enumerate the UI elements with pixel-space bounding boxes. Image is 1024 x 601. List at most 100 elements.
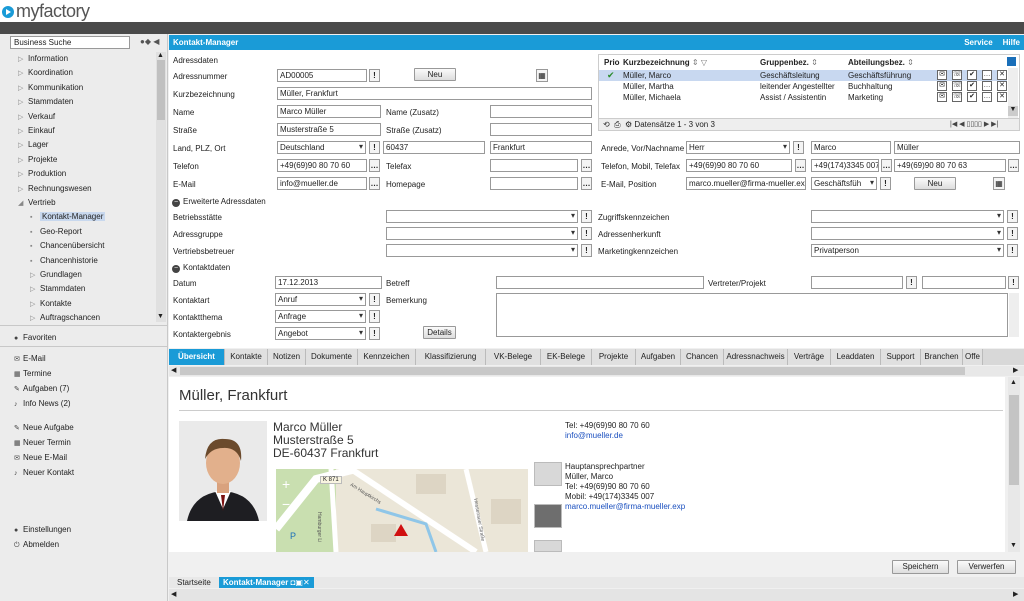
favoriten[interactable]: ● Favoriten	[14, 331, 56, 344]
tab-3[interactable]: Dokumente	[306, 349, 358, 365]
section-kontakt[interactable]: Kontaktdaten	[172, 263, 230, 273]
projekt-field[interactable]	[922, 276, 1006, 289]
zugriff-info[interactable]: !	[1007, 210, 1018, 223]
save-button[interactable]: Speichern	[892, 560, 949, 574]
vertreter-field[interactable]	[811, 276, 903, 289]
print-icon[interactable]: ⎙	[614, 120, 620, 129]
tab-6[interactable]: VK-Belege	[486, 349, 541, 365]
tab-8[interactable]: Projekte	[592, 349, 636, 365]
adressherkunft-info[interactable]: !	[1007, 227, 1018, 240]
betreff-field[interactable]	[496, 276, 704, 289]
telefax-field[interactable]	[490, 159, 578, 172]
check-icon[interactable]: ✔	[967, 92, 977, 102]
name-zusatz-field[interactable]	[490, 105, 592, 118]
land-select[interactable]: Deutschland	[277, 141, 366, 154]
kurzbez-field[interactable]: Müller, Frankfurt	[277, 87, 592, 100]
check-icon[interactable]: ✔	[967, 70, 977, 80]
sort-filter-icon[interactable]: ⇕ ▽	[692, 58, 707, 67]
tree-item-stammdaten[interactable]: ▷ Stammdaten	[18, 95, 158, 109]
tree-item-information[interactable]: ▷ Information	[18, 52, 158, 66]
bottom-scrollbar[interactable]	[169, 589, 1024, 601]
vertriebsbetreuer-info[interactable]: !	[581, 244, 592, 257]
ansprech-telefax-field[interactable]: +49(69)90 80 70 63	[894, 159, 1006, 172]
sidebar-item[interactable]: ✉ E-Mail	[14, 352, 46, 365]
betriebsstaette-select[interactable]	[386, 210, 578, 223]
scroll-left-icon[interactable]: ◀	[171, 590, 176, 598]
tree-subitem[interactable]: ▪ Geo-Report	[30, 225, 170, 239]
sidebar-item[interactable]: ♪ Neuer Kontakt	[14, 466, 74, 479]
tree-item-kommunikation[interactable]: ▷ Kommunikation	[18, 81, 158, 95]
adressnummer-info-button[interactable]: !	[369, 69, 380, 82]
tree-subitem[interactable]: ▷ Stammdaten	[30, 282, 170, 296]
bemerkung-textarea[interactable]	[496, 293, 1008, 337]
strasse-field[interactable]: Musterstraße 5	[277, 123, 381, 136]
ansprech-telefon-field[interactable]: +49(69)90 80 70 60	[686, 159, 792, 172]
person-thumbnail[interactable]	[534, 462, 562, 486]
homepage-field[interactable]	[490, 177, 578, 190]
tab-9[interactable]: Aufgaben	[636, 349, 681, 365]
delete-icon[interactable]: ✕	[997, 92, 1007, 102]
tab-15[interactable]: Branchen	[921, 349, 963, 365]
tab-0[interactable]: Übersicht	[169, 349, 225, 365]
tab-11[interactable]: Adressnachweis	[724, 349, 788, 365]
sidebar-item[interactable]: ▦ Neuer Termin	[14, 436, 71, 449]
more-icon[interactable]: …	[982, 92, 992, 102]
tree-item-vertrieb[interactable]: ◢ Vertrieb	[18, 196, 158, 210]
neu-button[interactable]: Neu	[414, 68, 456, 81]
tree-item-projekte[interactable]: ▷ Projekte	[18, 153, 158, 167]
adressnummer-field[interactable]: AD00005	[277, 69, 367, 82]
thumbnail[interactable]	[534, 540, 562, 552]
ansprech-telefax-more[interactable]: …	[1008, 159, 1019, 172]
datum-field[interactable]: 17.12.2013	[275, 276, 382, 289]
tab-10[interactable]: Chancen	[681, 349, 724, 365]
scroll-down-icon[interactable]: ▼	[1010, 542, 1017, 549]
mail-icon[interactable]: ✉	[937, 92, 947, 102]
sort-icon[interactable]: ⇕	[907, 58, 914, 67]
tab-7[interactable]: EK-Belege	[541, 349, 592, 365]
ansprech-telefon-more[interactable]: …	[795, 159, 806, 172]
scroll-right-icon[interactable]: ▶	[1013, 366, 1018, 374]
scroll-up-icon[interactable]: ▲	[157, 52, 164, 59]
kontaktthema-info[interactable]: !	[369, 310, 380, 323]
marketing-select[interactable]: Privatperson	[811, 244, 1004, 257]
tab-12[interactable]: Verträge	[788, 349, 831, 365]
phone-icon[interactable]: ☏	[952, 70, 962, 80]
sidebar-item[interactable]: ✉ Neue E-Mail	[14, 451, 67, 464]
email-field[interactable]: info@mueller.de	[277, 177, 367, 190]
tree-item-verkauf[interactable]: ▷ Verkauf	[18, 110, 158, 124]
tab-5[interactable]: Klassifizierung	[416, 349, 486, 365]
tab-14[interactable]: Support	[881, 349, 921, 365]
marketing-info[interactable]: !	[1007, 244, 1018, 257]
details-button[interactable]: Details	[423, 326, 456, 339]
tab-2[interactable]: Notizen	[268, 349, 306, 365]
anrede-info-button[interactable]: !	[793, 141, 804, 154]
horizontal-scrollbar-thumb[interactable]	[180, 367, 965, 375]
adressherkunft-select[interactable]	[811, 227, 1004, 240]
kontaktart-info[interactable]: !	[369, 293, 380, 306]
phone-icon[interactable]: ☏	[952, 92, 962, 102]
detail-scrollbar-thumb[interactable]	[1009, 395, 1019, 485]
zugriff-select[interactable]	[811, 210, 1004, 223]
sidebar-item[interactable]: ✎ Neue Aufgabe	[14, 421, 74, 434]
telefon-field[interactable]: +49(69)90 80 70 60	[277, 159, 367, 172]
scroll-up-icon[interactable]: ▲	[1010, 379, 1017, 386]
position-info-button[interactable]: !	[880, 177, 891, 190]
ansprech-neu-button[interactable]: Neu	[914, 177, 956, 190]
homepage-more-button[interactable]: …	[581, 177, 592, 190]
tree-subitem[interactable]: ▷ Kontakte	[30, 297, 170, 311]
tab-4[interactable]: Kennzeichen	[358, 349, 416, 365]
tree-subitem[interactable]: ▪ Chancenübersicht	[30, 239, 170, 253]
sidebar-item[interactable]: ♪ Info News (2)	[14, 397, 71, 410]
einstellungen[interactable]: ● Einstellungen	[14, 523, 71, 536]
tree-item-einkauf[interactable]: ▷ Einkauf	[18, 124, 158, 138]
tree-item-rechnungswesen[interactable]: ▷ Rechnungswesen	[18, 182, 158, 196]
delete-icon[interactable]: ✕	[997, 81, 1007, 91]
name-field[interactable]: Marco Müller	[277, 105, 381, 118]
map-thumbnail[interactable]	[534, 504, 562, 528]
tab-kontakt-manager[interactable]: Kontakt-Manager ◘▣✕	[219, 577, 314, 588]
section-erweitert[interactable]: Erweiterte Adressdaten	[172, 197, 266, 207]
service-link[interactable]: Service	[964, 38, 992, 47]
refresh-icon[interactable]: ⟲	[603, 120, 610, 129]
sidebar-item[interactable]: ▦ Termine	[14, 367, 51, 380]
search-tools-icon[interactable]: ●◆ ◀	[140, 37, 159, 46]
